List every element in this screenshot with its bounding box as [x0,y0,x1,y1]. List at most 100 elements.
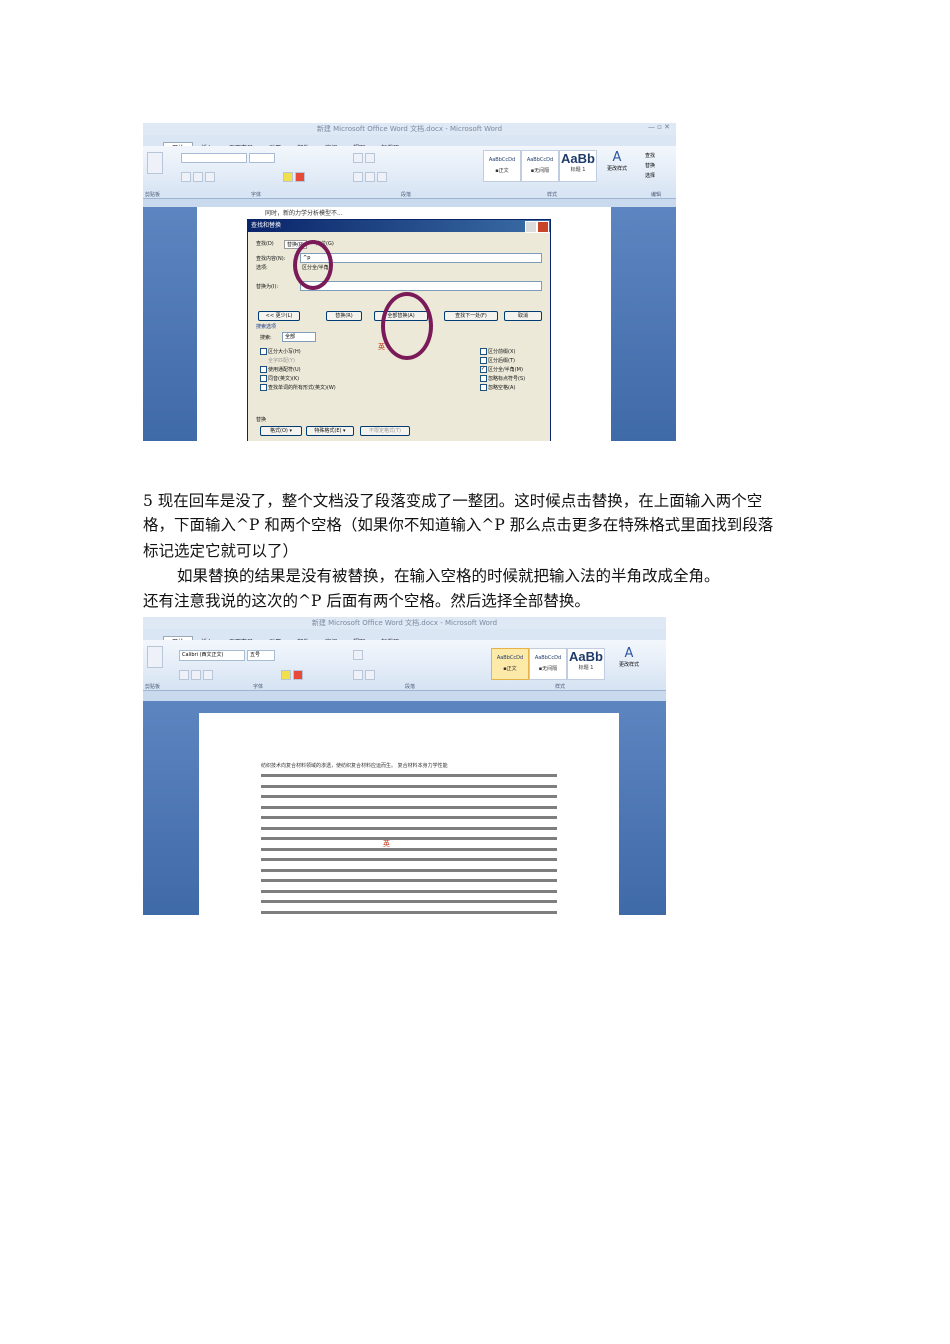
checkbox-sounds-like[interactable] [260,375,267,382]
align-center-icon[interactable] [365,172,375,182]
align-right-icon[interactable] [377,172,387,182]
group-styles-2: 样式 [555,684,566,690]
ribbon-tabs-2: 开始插入页面布局引用邮件审阅视图加载项 [143,629,666,648]
replace-button[interactable]: 替换(R) [326,311,362,321]
instruction-line-3: 标记选定它就可以了） [143,542,299,560]
style-normal-sample: AaBbCcDd [488,157,516,163]
document-area-2: 纺织技术向复合材料领域的渗透，使纺织复合材料应运而生。 复合材料本身力学性能 英 [143,701,666,915]
close-icon[interactable] [537,221,549,233]
style-no-spacing-sample-2: AaBbCcDd [534,655,562,661]
change-styles-icon-2: A [624,646,634,661]
edit-find[interactable]: 查找 [645,152,655,159]
style-no-spacing-2[interactable]: AaBbCcDd ▪无间隔 [529,648,567,680]
style-heading1-sample: AaBb [561,151,595,166]
instruction-line-4: 如果替换的结果是没有被替换，在输入空格的时候就把输入法的半角改成全角。 [177,567,720,585]
option-suffix: 区分后缀(T) [488,358,515,364]
doc-text-line [261,805,557,809]
style-no-spacing-sample: AaBbCcDd [526,157,554,163]
checkbox-wildcards[interactable] [260,366,267,373]
paste-icon[interactable] [147,152,163,174]
checkbox-punctuation[interactable] [480,375,487,382]
font-name-box-2[interactable]: Calibri (西文正文) [179,650,245,661]
paste-icon-2[interactable] [147,646,163,668]
style-normal-label: ▪正文 [495,168,509,174]
find-next-button[interactable]: 查找下一处(F) [444,311,498,321]
cancel-button[interactable]: 取消 [504,311,542,321]
ribbon-tabs: 开始插入页面布局引用邮件审阅视图加载项 [143,135,676,154]
bullets-icon[interactable] [353,153,363,163]
group-font-2: 字体 [253,684,264,690]
font-size-box[interactable] [249,153,275,163]
group-clipboard: 剪贴板 [145,192,161,198]
checkbox-prefix[interactable] [480,348,487,355]
option-width: 区分全/半角(M) [488,367,523,373]
doc-text-line [261,826,557,830]
option-whole-word: 全字匹配(Y) [268,358,295,364]
instruction-line-1: 5 现在回车是没了，整个文档没了段落变成了一整团。这时候点击替换，在上面输入两个… [143,492,763,510]
highlight-icon-2[interactable] [281,670,291,680]
style-no-spacing[interactable]: AaBbCcDd ▪无间隔 [521,150,559,182]
help-icon[interactable] [525,221,537,233]
format-button[interactable]: 格式(O) ▾ [260,426,302,436]
replace-input[interactable] [300,281,542,291]
doc-text-line [261,816,557,819]
style-heading1[interactable]: AaBb 标题 1 [559,150,597,182]
italic-icon-2[interactable] [191,670,201,680]
bold-icon-2[interactable] [179,670,189,680]
style-normal[interactable]: AaBbCcDd ▪正文 [483,150,521,182]
less-button[interactable]: << 更少(L) [258,311,300,321]
underline-icon-2[interactable] [203,670,213,680]
checkbox-match-case[interactable] [260,348,267,355]
align-left-icon[interactable] [353,172,363,182]
checkbox-word-forms[interactable] [260,384,267,391]
font-size-box-2[interactable]: 五号 [247,650,275,661]
doc-text-line [261,774,557,777]
doc-text-line [261,837,557,840]
style-normal-2[interactable]: AaBbCcDd ▪正文 [491,648,529,680]
screenshot-document-result: 新建 Microsoft Office Word 文档.docx - Micro… [143,617,666,915]
edit-replace[interactable]: 替换 [645,162,655,169]
group-styles: 样式 [547,192,558,198]
option-sounds-like: 同音(英文)(K) [268,376,300,382]
doc-text-line [261,784,557,788]
document-page-2[interactable]: 纺织技术向复合材料领域的渗透，使纺织复合材料应运而生。 复合材料本身力学性能 英 [199,713,619,915]
no-format-button[interactable]: 不限定格式(T) [360,426,410,436]
doc-text-line [261,900,557,903]
tab-find[interactable]: 查找(D) [256,240,274,247]
instruction-line-2: 格，下面输入^P 和两个空格（如果你不知道输入^P 那么点击更多在特殊格式里面找… [143,516,774,534]
highlight-icon[interactable] [283,172,293,182]
italic-icon[interactable] [193,172,203,182]
checkbox-spaces[interactable] [480,384,487,391]
edit-select[interactable]: 选择 [645,172,655,179]
numbering-icon[interactable] [365,153,375,163]
option-match-case: 区分大小写(H) [268,349,301,355]
style-normal-label-2: ▪正文 [503,666,517,672]
window-controls[interactable]: — ▫ ✕ [648,123,670,131]
change-styles-button-2[interactable]: A 更改样式 [615,646,643,668]
style-heading1-2[interactable]: AaBb 标题 1 [567,648,605,680]
bold-icon[interactable] [181,172,191,182]
search-select[interactable]: 全部 [282,332,316,342]
bullets-icon-2[interactable] [353,650,363,660]
font-name-box[interactable] [181,153,247,163]
doc-text-line [261,795,557,798]
instruction-line-5: 还有注意我说的这次的^P 后面有两个空格。然后选择全部替换。 [143,592,590,610]
underline-icon[interactable] [205,172,215,182]
window-title: 新建 Microsoft Office Word 文档.docx - Micro… [143,123,676,135]
checkbox-width[interactable]: ✓ [480,366,487,373]
align-left-icon-2[interactable] [353,670,363,680]
find-input[interactable]: ^p [300,253,542,263]
option-spaces: 忽略空格(A) [488,385,516,391]
change-styles-label: 更改样式 [606,166,627,172]
font-color-icon[interactable] [295,172,305,182]
option-prefix: 区分前缀(X) [488,349,516,355]
doc-text-line [261,889,557,893]
change-styles-button[interactable]: A 更改样式 [605,150,629,172]
special-button[interactable]: 特殊格式(E) ▾ [306,426,354,436]
font-color-icon-2[interactable] [293,670,303,680]
align-center-icon-2[interactable] [365,670,375,680]
replace-section-heading: 替换 [256,417,267,423]
highlight-circle-find [293,240,333,290]
checkbox-suffix[interactable] [480,357,487,364]
group-clipboard-2: 剪贴板 [145,684,161,690]
